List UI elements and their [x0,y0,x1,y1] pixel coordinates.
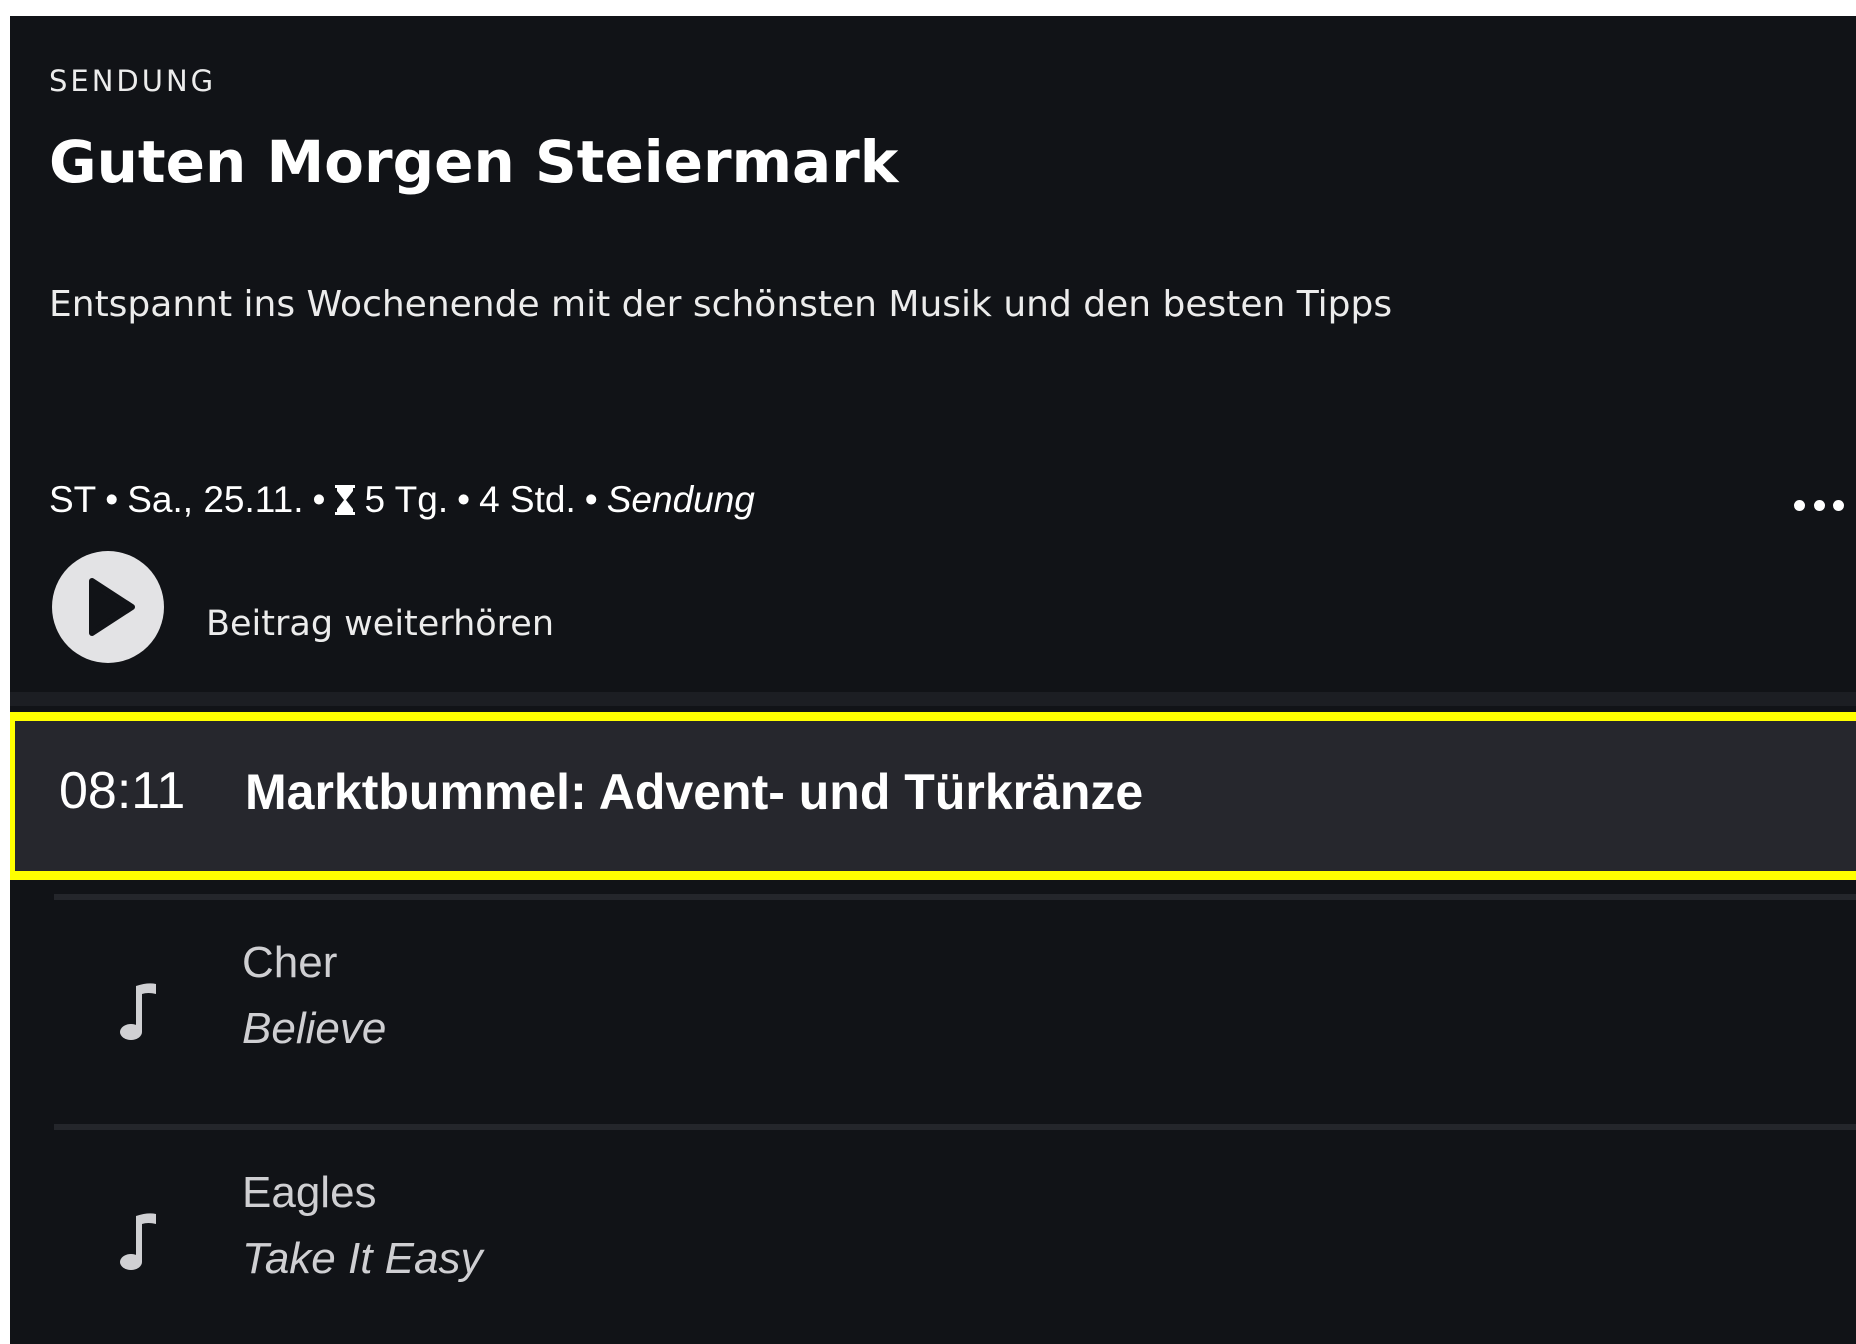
meta-separator: • [584,479,598,520]
broadcast-panel: SENDUNG Guten Morgen Steiermark Entspann… [10,16,1856,1344]
segment-title: Marktbummel: Advent- und Türkränze [245,764,1144,820]
broadcast-meta: ST • Sa., 25.11. • 5 Tg. • 4 Std. • Send… [49,479,755,521]
song-title: Believe [242,1004,387,1053]
segment-time: 08:11 [59,762,186,820]
section-kicker: SENDUNG [49,64,217,98]
current-segment-row[interactable]: 08:11 Marktbummel: Advent- und Türkränze [10,712,1856,880]
song-artist: Cher [242,938,338,987]
resume-label[interactable]: Beitrag weiterhören [206,604,554,644]
meta-separator: • [312,479,326,520]
meta-type: Sendung [606,479,755,520]
more-dot [1794,499,1805,511]
play-button[interactable] [52,551,164,663]
hourglass-icon [335,485,356,515]
meta-station: ST [49,479,97,520]
section-divider [10,692,1856,706]
song-item[interactable]: Cher Believe [54,900,1856,1100]
song-item[interactable]: Eagles Take It Easy [54,1130,1856,1330]
more-dot [1813,499,1825,511]
music-note-icon [120,983,156,1040]
meta-date: Sa., 25.11. [127,479,304,520]
page-title: Guten Morgen Steiermark [49,128,899,196]
meta-duration: 4 Std. [479,479,576,520]
song-title: Take It Easy [242,1234,483,1283]
music-note-icon [120,1213,156,1270]
song-artist: Eagles [242,1168,377,1217]
meta-availability: 5 Tg. [364,479,449,520]
meta-separator: • [457,479,471,520]
broadcast-description: Entspannt ins Wochenende mit der schönst… [49,284,1393,325]
more-options-icon[interactable] [1794,490,1844,520]
meta-separator: • [105,479,119,520]
more-dot [1833,499,1844,511]
play-icon [89,578,135,636]
